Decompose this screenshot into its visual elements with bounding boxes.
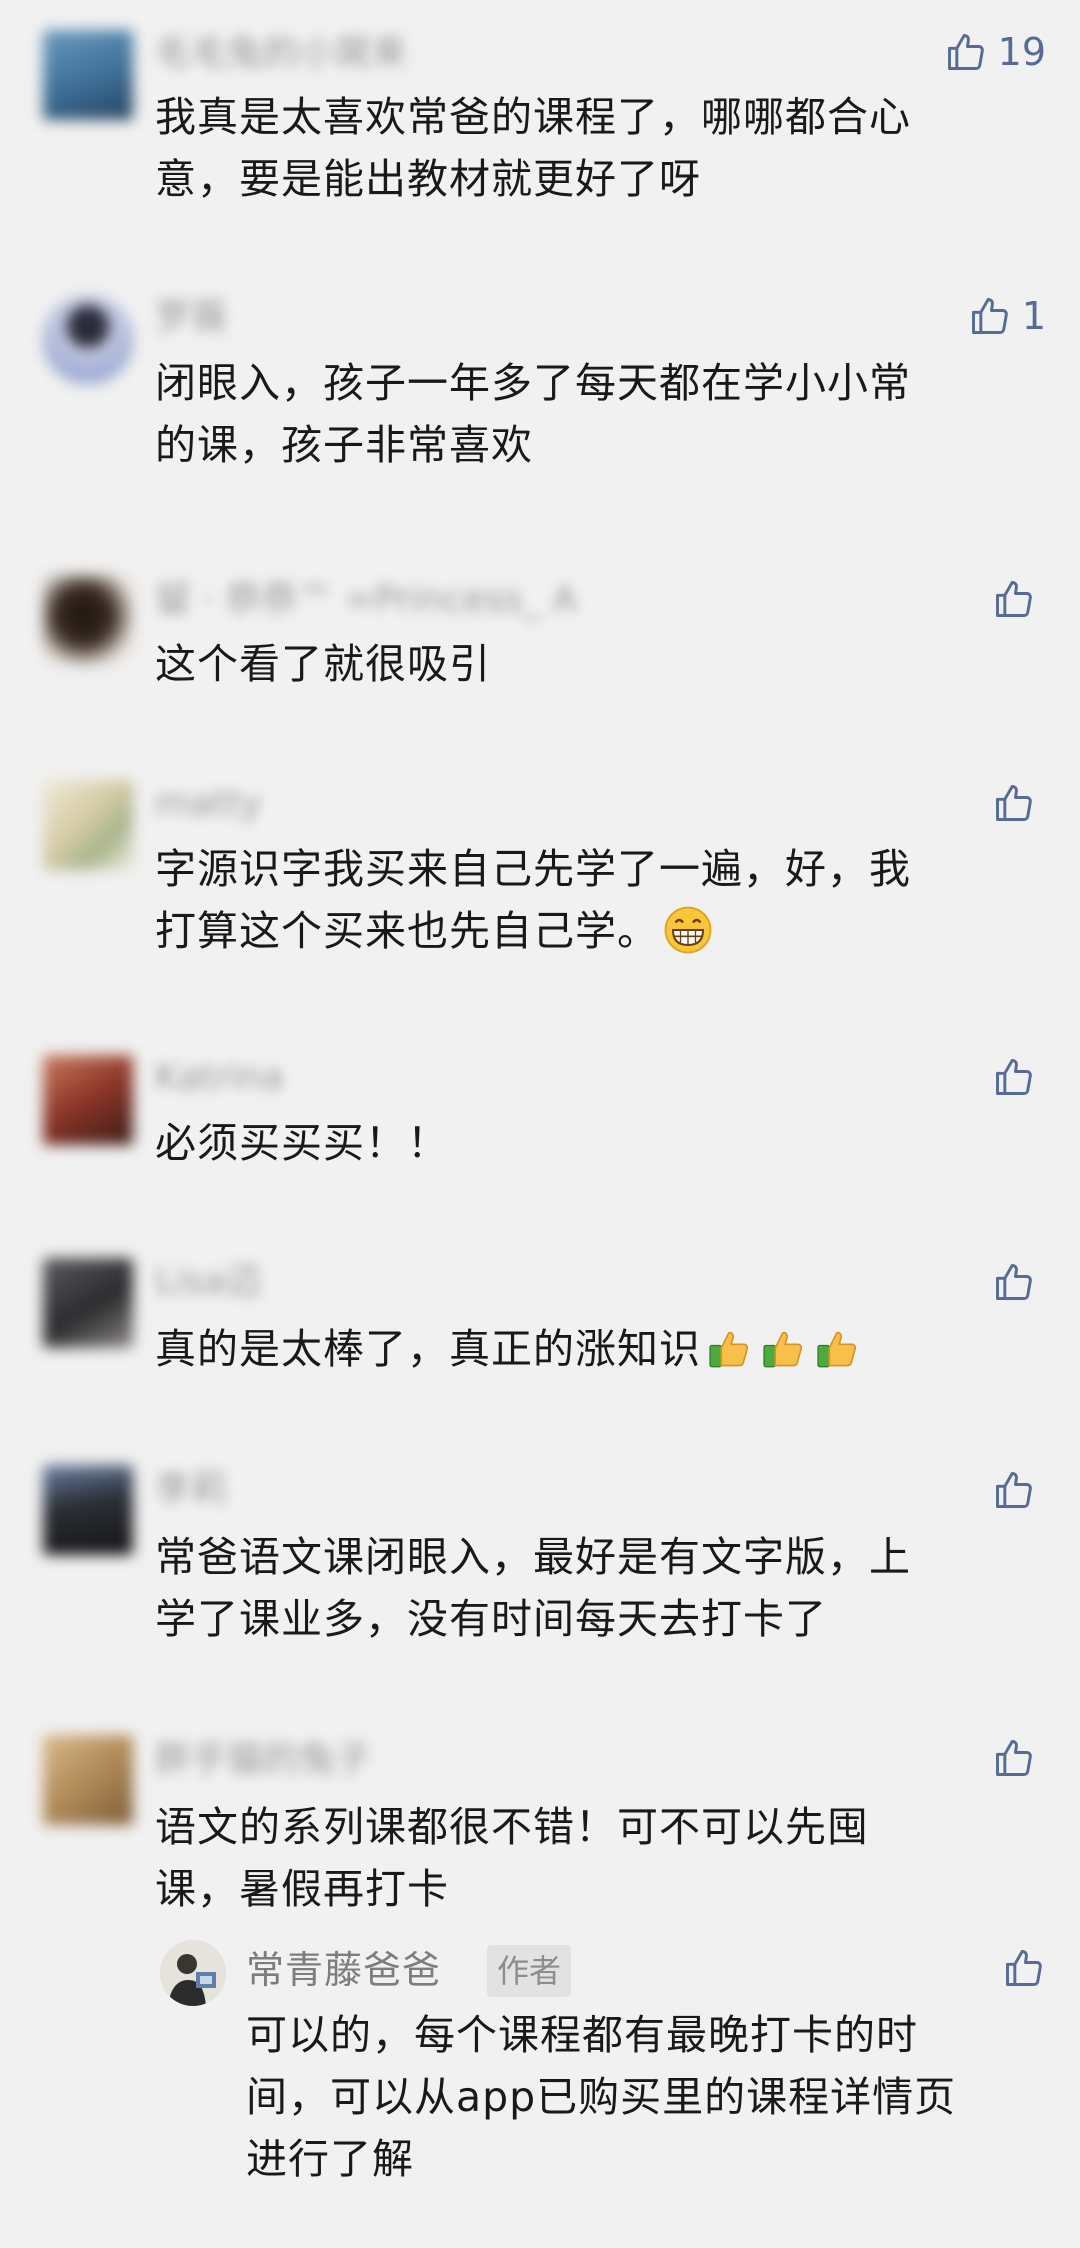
like-count: 1 bbox=[1021, 294, 1046, 338]
comment-text: 必须买买买！！ bbox=[155, 1112, 1015, 1174]
comment-line: 意，要是能出教材就更好了呀 bbox=[155, 155, 701, 203]
comment-text: 语文的系列课都很不错！可不可以先囤 课，暑假再打卡 bbox=[155, 1796, 1015, 1920]
commenter-name[interactable]: 李莉 bbox=[155, 1468, 227, 1512]
comment-line: 语文的系列课都很不错！可不可以先囤 bbox=[155, 1803, 869, 1851]
comment-line-with-emoji: 打算这个买来也先自己学。 bbox=[155, 900, 1015, 962]
commenter-name[interactable]: 胖乎猫的兔子 bbox=[155, 1738, 371, 1782]
comment-line: 的课，孩子非常喜欢 bbox=[155, 421, 533, 469]
like-button[interactable] bbox=[992, 577, 1046, 621]
thumbs-up-icon bbox=[1006, 1950, 1042, 1986]
comment-text: 真的是太棒了，真正的涨知识 bbox=[155, 1318, 1015, 1380]
avatar[interactable] bbox=[43, 295, 133, 385]
comment-line: 我真是太喜欢常爸的课程了，哪哪都合心 bbox=[155, 93, 911, 141]
thumbs-up-emoji bbox=[709, 1331, 749, 1368]
thumbs-up-icon bbox=[996, 1059, 1032, 1095]
comment-text: 这个看了就很吸引 bbox=[155, 633, 1015, 695]
like-button[interactable] bbox=[992, 1468, 1046, 1512]
like-button[interactable] bbox=[992, 1736, 1046, 1780]
comment-list: 毛毛兔的小窝来 19 我真是太喜欢常爸的课程了，哪哪都合心 意，要是能出教材就更… bbox=[0, 0, 1080, 2248]
comment-line: 这个看了就很吸引 bbox=[155, 640, 491, 688]
thumbs-up-icon bbox=[996, 1472, 1032, 1508]
thumbs-up-icon bbox=[996, 1740, 1032, 1776]
commenter-name[interactable]: matty bbox=[155, 782, 262, 826]
thumbs-up-emoji bbox=[763, 1331, 803, 1368]
comment-text: 我真是太喜欢常爸的课程了，哪哪都合心 意，要是能出教材就更好了呀 bbox=[155, 86, 1015, 210]
like-button[interactable] bbox=[992, 781, 1046, 825]
avatar[interactable] bbox=[43, 1465, 133, 1555]
author-badge: 作者 bbox=[487, 1945, 572, 1997]
comment-line: 字源识字我买来自己先学了一遍，好，我 bbox=[155, 845, 911, 893]
reply-line: 可以的，每个课程都有最晚打卡的时 bbox=[246, 2011, 918, 2059]
avatar[interactable] bbox=[43, 1735, 133, 1825]
reply-text: 可以的，每个课程都有最晚打卡的时 间，可以从app已购买里的课程详情页 进行了解 bbox=[246, 2004, 1046, 2190]
like-button[interactable]: 19 bbox=[944, 30, 1046, 74]
like-button[interactable] bbox=[1002, 1946, 1046, 1990]
comment-text: 常爸语文课闭眼入，最好是有文字版，上 学了课业多，没有时间每天去打卡了 bbox=[155, 1526, 1015, 1650]
commenter-name[interactable]: Lisa迈 bbox=[155, 1260, 262, 1304]
thumbs-up-icon bbox=[996, 1264, 1032, 1300]
comment-line: 课，暑假再打卡 bbox=[155, 1865, 449, 1913]
commenter-name[interactable]: 罗薇 bbox=[155, 296, 227, 340]
comment-line: 必须买买买！！ bbox=[155, 1119, 449, 1167]
like-count: 19 bbox=[997, 30, 1046, 74]
reply-line: 间，可以从app已购买里的课程详情页 bbox=[246, 2073, 957, 2121]
comment-line: 闭眼入，孩子一年多了每天都在学小小常 bbox=[155, 359, 911, 407]
commenter-name[interactable]: 毛毛兔的小窝来 bbox=[155, 32, 407, 76]
thumbs-up-icon bbox=[996, 785, 1032, 821]
like-button[interactable] bbox=[992, 1055, 1046, 1099]
thumbs-up-icon bbox=[971, 298, 1008, 334]
comment-line: 打算这个买来也先自己学。 bbox=[155, 907, 659, 955]
author-photo bbox=[160, 1940, 226, 2006]
thumbs-up-icon bbox=[996, 581, 1032, 617]
comment-line: 真的是太棒了，真正的涨知识 bbox=[155, 1325, 701, 1373]
avatar[interactable] bbox=[43, 1055, 133, 1145]
comment-line: 学了课业多，没有时间每天去打卡了 bbox=[155, 1595, 827, 1643]
commenter-name[interactable]: Katrina bbox=[155, 1056, 284, 1100]
thumbs-up-emoji bbox=[817, 1331, 857, 1368]
grin-emoji bbox=[664, 906, 712, 954]
comment-text: 字源识字我买来自己先学了一遍，好，我 打算这个买来也先自己学。 bbox=[155, 838, 1015, 962]
thumbs-up-icon bbox=[947, 34, 984, 70]
comment-line: 常爸语文课闭眼入，最好是有文字版，上 bbox=[155, 1533, 911, 1581]
like-button[interactable] bbox=[992, 1260, 1046, 1304]
avatar[interactable] bbox=[43, 780, 133, 870]
author-avatar[interactable] bbox=[160, 1940, 226, 2006]
avatar[interactable] bbox=[43, 1258, 133, 1348]
like-button[interactable]: 1 bbox=[968, 294, 1046, 338]
avatar[interactable] bbox=[43, 30, 133, 120]
avatar[interactable] bbox=[43, 575, 133, 665]
comment-line-with-emoji: 真的是太棒了，真正的涨知识 bbox=[155, 1318, 1015, 1380]
author-name[interactable]: 常青藤爸爸 bbox=[246, 1945, 441, 1995]
reply-line: 进行了解 bbox=[246, 2135, 414, 2183]
commenter-name[interactable]: 留 · 恭恭™ ∞Princess_ A bbox=[155, 578, 577, 622]
comment-text: 闭眼入，孩子一年多了每天都在学小小常 的课，孩子非常喜欢 bbox=[155, 352, 1015, 476]
